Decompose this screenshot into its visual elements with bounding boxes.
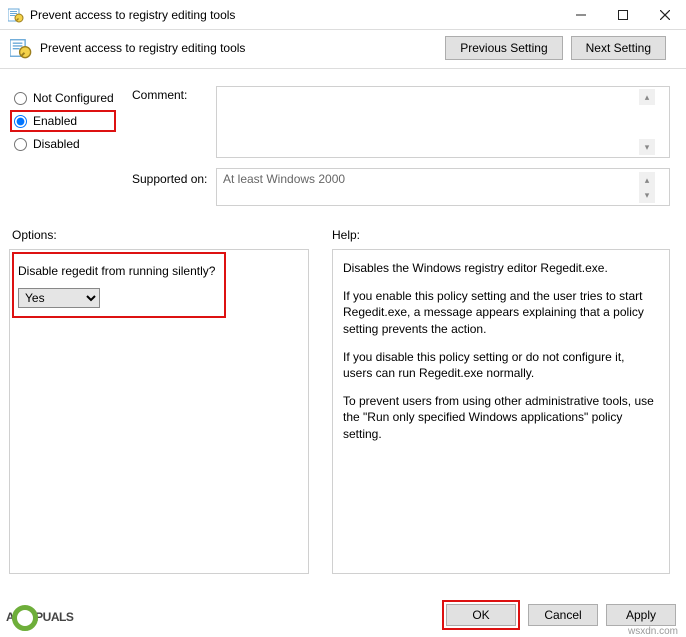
- watermark-text: PUALS: [35, 610, 73, 624]
- radio-enabled-label: Enabled: [33, 114, 77, 128]
- options-highlight: Disable regedit from running silently? Y…: [12, 252, 226, 318]
- options-panel: Disable regedit from running silently? Y…: [9, 249, 309, 574]
- silent-option-select[interactable]: Yes: [18, 288, 100, 308]
- help-text: If you disable this policy setting or do…: [343, 349, 655, 381]
- supported-textbox: At least Windows 2000 ▴ ▾: [216, 168, 670, 206]
- supported-label: Supported on:: [132, 172, 207, 186]
- titlebar: Prevent access to registry editing tools: [0, 0, 686, 30]
- comment-label: Comment:: [132, 88, 187, 102]
- minimize-button[interactable]: [560, 0, 602, 29]
- source-text: wsxdn.com: [628, 626, 678, 637]
- radio-not-configured-input[interactable]: [14, 92, 27, 105]
- options-section-label: Options:: [12, 228, 57, 242]
- radio-not-configured-label: Not Configured: [33, 91, 114, 105]
- scroll-down-icon[interactable]: ▾: [639, 139, 655, 155]
- radio-disabled-label: Disabled: [33, 137, 80, 151]
- radio-not-configured[interactable]: Not Configured: [12, 86, 116, 110]
- policy-icon: [8, 7, 24, 23]
- radio-disabled[interactable]: Disabled: [12, 132, 116, 156]
- policy-icon-large: [10, 37, 32, 59]
- comment-textbox[interactable]: ▴ ▾: [216, 86, 670, 158]
- apply-button[interactable]: Apply: [606, 604, 676, 626]
- cancel-button[interactable]: Cancel: [528, 604, 598, 626]
- next-setting-button[interactable]: Next Setting: [571, 36, 666, 60]
- scroll-up-icon[interactable]: ▴: [639, 89, 655, 105]
- radio-disabled-input[interactable]: [14, 138, 27, 151]
- radio-enabled-input[interactable]: [14, 115, 27, 128]
- ok-highlight: OK: [442, 600, 520, 630]
- header-strip: Prevent access to registry editing tools…: [0, 30, 686, 69]
- watermark-logo: A PUALS: [6, 604, 73, 630]
- close-button[interactable]: [644, 0, 686, 29]
- policy-title: Prevent access to registry editing tools: [40, 41, 245, 55]
- scroll-up-icon[interactable]: ▴: [639, 172, 655, 188]
- help-text: To prevent users from using other admini…: [343, 393, 655, 442]
- help-panel[interactable]: Disables the Windows registry editor Reg…: [332, 249, 670, 574]
- help-text: If you enable this policy setting and th…: [343, 288, 655, 337]
- silent-option-label: Disable regedit from running silently?: [18, 264, 219, 278]
- previous-setting-button[interactable]: Previous Setting: [445, 36, 562, 60]
- state-radio-group: Not Configured Enabled Disabled: [12, 86, 116, 156]
- maximize-button[interactable]: [602, 0, 644, 29]
- supported-value: At least Windows 2000: [223, 172, 345, 186]
- help-text: Disables the Windows registry editor Reg…: [343, 260, 655, 276]
- scroll-down-icon[interactable]: ▾: [639, 187, 655, 203]
- ok-button[interactable]: OK: [446, 604, 516, 626]
- window-title: Prevent access to registry editing tools: [30, 8, 560, 22]
- help-section-label: Help:: [332, 228, 360, 242]
- radio-enabled[interactable]: Enabled: [10, 110, 116, 132]
- logo-circle-icon: [12, 605, 38, 631]
